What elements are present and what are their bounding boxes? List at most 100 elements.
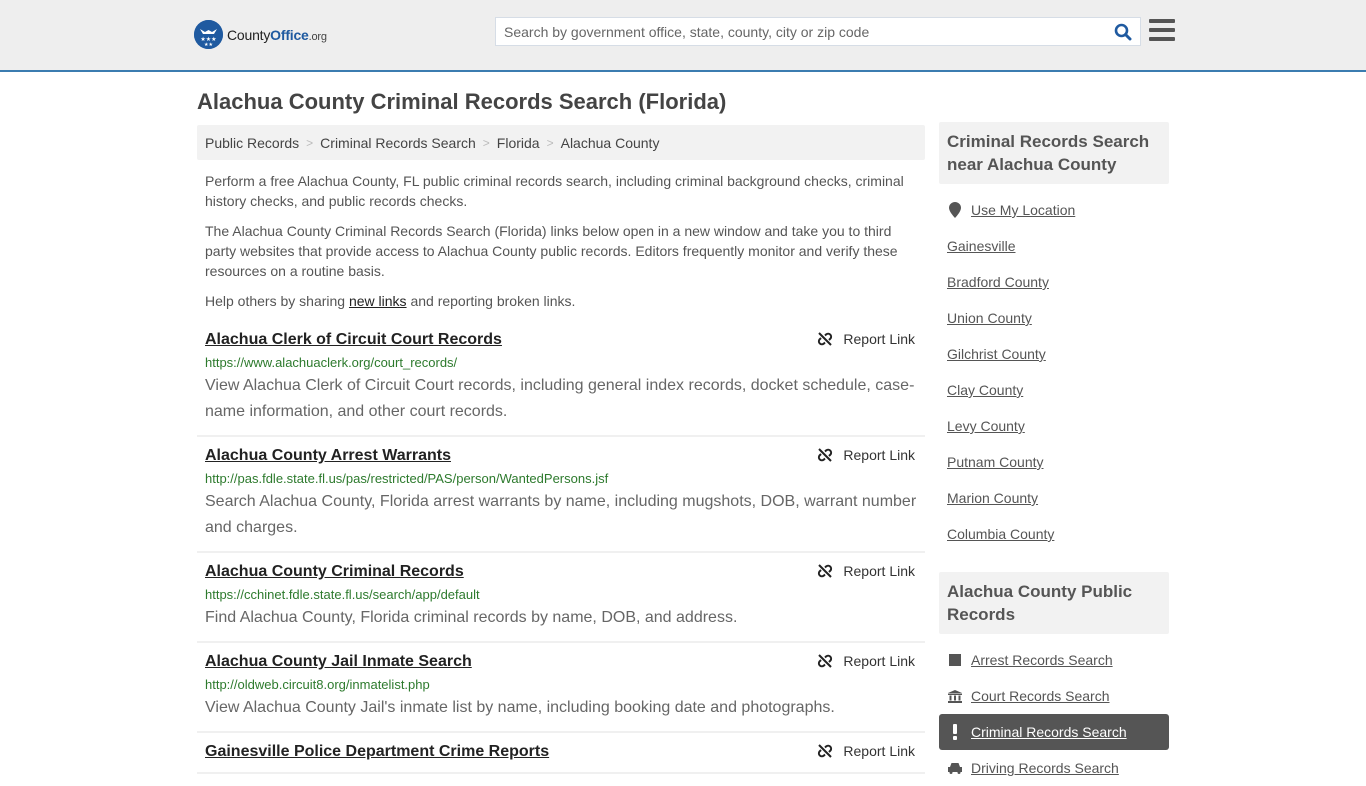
result-title-link[interactable]: Gainesville Police Department Crime Repo… [205,742,549,762]
result-description: View Alachua County Jail's inmate list b… [205,699,835,716]
main-content: Alachua County Criminal Records Search (… [197,72,925,774]
result-item: Alachua County Criminal Records Report L… [197,553,925,643]
result-description: Find Alachua County, Florida criminal re… [205,609,738,626]
public-records-heading: Alachua County Public Records [939,572,1169,634]
eagle-logo-icon: ★★★ ★★ [194,20,223,49]
intro-paragraph-3: Help others by sharing new links and rep… [205,291,917,311]
breadcrumb-public-records[interactable]: Public Records [205,135,299,151]
use-my-location-item[interactable]: Use My Location [939,192,1169,228]
intro-text: Perform a free Alachua County, FL public… [197,171,925,311]
breadcrumb-florida[interactable]: Florida [497,135,540,151]
broken-link-icon [818,332,833,346]
courthouse-icon [947,689,963,703]
use-my-location-link[interactable]: Use My Location [971,202,1075,218]
nearby-link[interactable]: Levy County [947,418,1025,434]
nearby-link[interactable]: Marion County [947,490,1038,506]
sidebar: Criminal Records Search near Alachua Cou… [939,122,1169,786]
public-records-item-arrest[interactable]: Arrest Records Search [939,642,1169,678]
report-link-label: Report Link [843,563,915,579]
nearby-item-columbia-county[interactable]: Columbia County [939,516,1169,552]
report-link-button[interactable]: Report Link [817,563,915,579]
nearby-link[interactable]: Columbia County [947,526,1054,542]
result-title-link[interactable]: Alachua County Arrest Warrants [205,446,451,466]
nearby-heading: Criminal Records Search near Alachua Cou… [939,122,1169,184]
public-records-link[interactable]: Driving Records Search [971,760,1119,776]
nearby-link[interactable]: Gilchrist County [947,346,1046,362]
site-logo[interactable]: ★★★ ★★ CountyOffice.org [194,20,327,49]
broken-link-icon [818,564,833,578]
logo-county: County [227,26,271,43]
results-list: Alachua Clerk of Circuit Court Records R… [197,321,925,774]
breadcrumb-separator: > [546,135,554,150]
map-marker-icon [947,202,963,218]
breadcrumb-alachua-county[interactable]: Alachua County [561,135,660,151]
report-link-button[interactable]: Report Link [817,653,915,669]
square-icon [947,654,963,666]
nearby-item-bradford-county[interactable]: Bradford County [939,264,1169,300]
public-records-list: Arrest Records Search Court Records Sear… [939,642,1169,786]
site-header: ★★★ ★★ CountyOffice.org [0,0,1366,72]
result-url: https://www.alachuaclerk.org/court_recor… [205,355,458,370]
public-records-link[interactable]: Court Records Search [971,688,1110,704]
nearby-item-gainesville[interactable]: Gainesville [939,228,1169,264]
svg-text:★★: ★★ [204,42,213,48]
result-url: https://cchinet.fdle.state.fl.us/search/… [205,587,480,602]
report-link-button[interactable]: Report Link [817,331,915,347]
result-item: Alachua County Jail Inmate Search Report… [197,643,925,733]
breadcrumb-criminal-records-search[interactable]: Criminal Records Search [320,135,476,151]
result-url: http://pas.fdle.state.fl.us/pas/restrict… [205,471,609,486]
nearby-item-levy-county[interactable]: Levy County [939,408,1169,444]
search-icon [1114,23,1132,40]
logo-office: Office [270,26,309,43]
intro-paragraph-2: The Alachua County Criminal Records Sear… [205,223,898,279]
logo-text: CountyOffice.org [227,27,327,43]
nearby-link[interactable]: Clay County [947,382,1023,398]
report-link-label: Report Link [843,653,915,669]
nearby-link[interactable]: Union County [947,310,1032,326]
nearby-link[interactable]: Bradford County [947,274,1049,290]
nearby-item-marion-county[interactable]: Marion County [939,480,1169,516]
report-link-button[interactable]: Report Link [817,447,915,463]
public-records-link[interactable]: Arrest Records Search [971,652,1113,668]
breadcrumb-separator: > [306,135,314,150]
result-title-link[interactable]: Alachua Clerk of Circuit Court Records [205,330,502,350]
hamburger-menu-icon[interactable] [1149,19,1175,43]
nearby-list: Use My Location Gainesville Bradford Cou… [939,192,1169,552]
public-records-link[interactable]: Criminal Records Search [971,724,1127,740]
result-item: Alachua County Arrest Warrants Report Li… [197,437,925,553]
page-title: Alachua County Criminal Records Search (… [197,89,727,114]
nearby-item-gilchrist-county[interactable]: Gilchrist County [939,336,1169,372]
public-records-item-driving[interactable]: Driving Records Search [939,750,1169,786]
breadcrumb: Public Records > Criminal Records Search… [197,125,925,160]
intro-text-before: Help others by sharing [205,293,349,309]
result-title-link[interactable]: Alachua County Jail Inmate Search [205,652,472,672]
exclamation-icon [947,724,963,740]
new-links-link[interactable]: new links [349,293,407,309]
result-description: Search Alachua County, Florida arrest wa… [205,493,917,536]
search-input[interactable] [496,18,1106,45]
result-title-link[interactable]: Alachua County Criminal Records [205,562,464,582]
nearby-item-clay-county[interactable]: Clay County [939,372,1169,408]
nearby-link[interactable]: Gainesville [947,238,1015,254]
search-button[interactable] [1106,18,1140,45]
public-records-item-court[interactable]: Court Records Search [939,678,1169,714]
report-link-button[interactable]: Report Link [817,743,915,759]
result-item: Alachua Clerk of Circuit Court Records R… [197,321,925,437]
broken-link-icon [818,744,833,758]
broken-link-icon [818,448,833,462]
intro-text-after: and reporting broken links. [406,293,576,309]
logo-org: .org [308,30,327,43]
search-bar [495,17,1141,46]
nearby-item-putnam-county[interactable]: Putnam County [939,444,1169,480]
result-url: http://oldweb.circuit8.org/inmatelist.ph… [205,677,430,692]
result-description: View Alachua Clerk of Circuit Court reco… [205,377,915,420]
broken-link-icon [818,654,833,668]
report-link-label: Report Link [843,743,915,759]
car-icon [947,762,963,774]
public-records-item-criminal[interactable]: Criminal Records Search [939,714,1169,750]
nearby-item-union-county[interactable]: Union County [939,300,1169,336]
nearby-link[interactable]: Putnam County [947,454,1044,470]
report-link-label: Report Link [843,331,915,347]
breadcrumb-separator: > [482,135,490,150]
intro-paragraph-1: Perform a free Alachua County, FL public… [205,173,904,209]
